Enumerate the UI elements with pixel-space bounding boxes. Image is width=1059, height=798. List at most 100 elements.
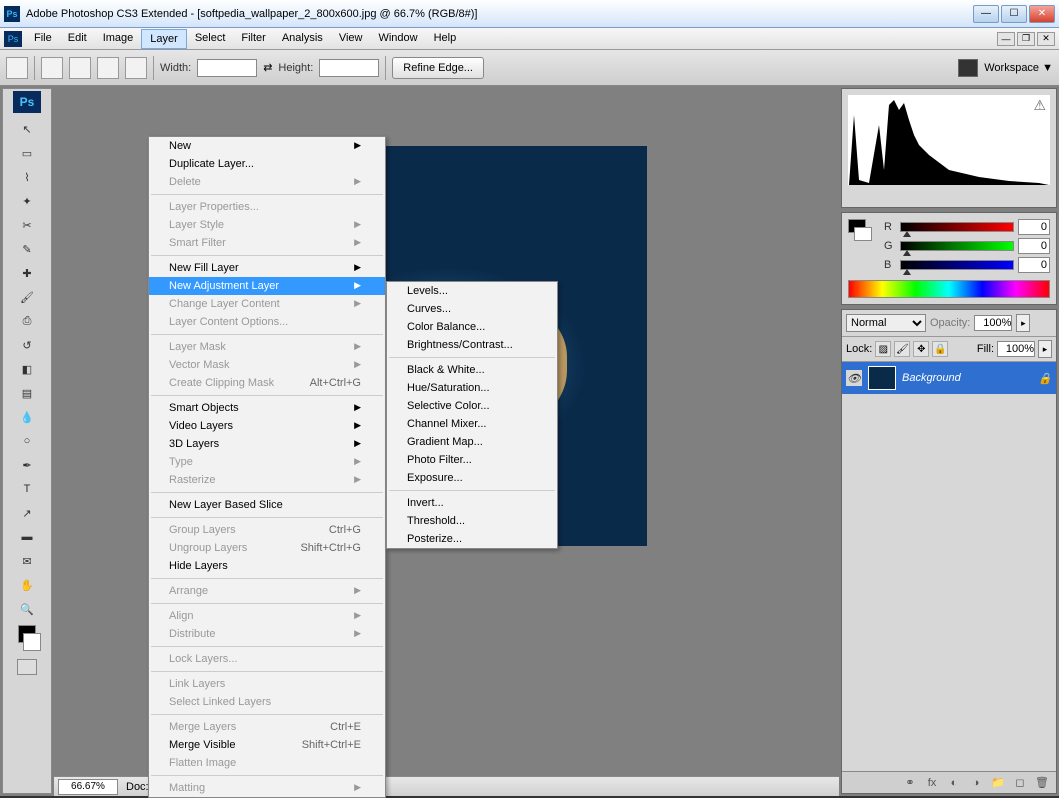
stamp-tool-icon[interactable]: ⎙ bbox=[14, 309, 40, 333]
menu-item[interactable]: Duplicate Layer... bbox=[149, 155, 385, 173]
history-brush-tool-icon[interactable]: ↺ bbox=[14, 333, 40, 357]
workspace-button[interactable]: Workspace ▼ bbox=[984, 62, 1053, 74]
trash-icon[interactable]: 🗑 bbox=[1034, 775, 1050, 791]
color-spectrum[interactable] bbox=[848, 280, 1050, 298]
lock-transparent-icon[interactable]: ▨ bbox=[875, 341, 891, 357]
dodge-tool-icon[interactable]: ○ bbox=[14, 429, 40, 453]
menubar-item-analysis[interactable]: Analysis bbox=[274, 29, 331, 49]
zoom-input[interactable] bbox=[58, 779, 118, 795]
maximize-button[interactable]: ☐ bbox=[1001, 5, 1027, 23]
eraser-tool-icon[interactable]: ◧ bbox=[14, 357, 40, 381]
lock-position-icon[interactable]: ✥ bbox=[913, 341, 929, 357]
selection-mode-add-icon[interactable] bbox=[69, 57, 91, 79]
menubar-item-filter[interactable]: Filter bbox=[233, 29, 273, 49]
layer-name[interactable]: Background bbox=[902, 372, 961, 384]
b-slider[interactable] bbox=[900, 260, 1014, 270]
menu-item[interactable]: Invert... bbox=[387, 494, 557, 512]
menu-item[interactable]: Posterize... bbox=[387, 530, 557, 548]
quickmask-icon[interactable] bbox=[17, 659, 37, 675]
r-slider[interactable] bbox=[900, 222, 1014, 232]
pen-tool-icon[interactable]: ✒ bbox=[14, 453, 40, 477]
menu-item[interactable]: Brightness/Contrast... bbox=[387, 336, 557, 354]
g-value[interactable] bbox=[1018, 238, 1050, 254]
gradient-tool-icon[interactable]: ▤ bbox=[14, 381, 40, 405]
menu-item[interactable]: Levels... bbox=[387, 282, 557, 300]
menu-item[interactable]: Gradient Map... bbox=[387, 433, 557, 451]
menu-item[interactable]: Hide Layers bbox=[149, 557, 385, 575]
visibility-icon[interactable]: 👁 bbox=[846, 370, 862, 386]
close-button[interactable]: ✕ bbox=[1029, 5, 1055, 23]
width-input[interactable] bbox=[197, 59, 257, 77]
notes-tool-icon[interactable]: ✉ bbox=[14, 549, 40, 573]
fill-input[interactable] bbox=[997, 341, 1035, 357]
opacity-flyout-icon[interactable]: ▸ bbox=[1016, 314, 1030, 332]
layer-mask-icon[interactable]: ◐ bbox=[946, 775, 962, 791]
menubar-item-edit[interactable]: Edit bbox=[60, 29, 95, 49]
zoom-tool-icon[interactable]: 🔍 bbox=[14, 597, 40, 621]
current-tool-icon[interactable] bbox=[6, 57, 28, 79]
menubar-item-file[interactable]: File bbox=[26, 29, 60, 49]
height-input[interactable] bbox=[319, 59, 379, 77]
menubar-item-view[interactable]: View bbox=[331, 29, 371, 49]
marquee-tool-icon[interactable]: ▭ bbox=[14, 141, 40, 165]
menu-item[interactable]: Channel Mixer... bbox=[387, 415, 557, 433]
refine-edge-button[interactable]: Refine Edge... bbox=[392, 57, 484, 79]
color-bg-swatch[interactable] bbox=[854, 227, 872, 241]
selection-mode-subtract-icon[interactable] bbox=[97, 57, 119, 79]
hand-tool-icon[interactable]: ✋ bbox=[14, 573, 40, 597]
menubar-item-image[interactable]: Image bbox=[95, 29, 142, 49]
menubar-item-window[interactable]: Window bbox=[370, 29, 425, 49]
titlebar[interactable]: Ps Adobe Photoshop CS3 Extended - [softp… bbox=[0, 0, 1059, 28]
g-slider[interactable] bbox=[900, 241, 1014, 251]
type-tool-icon[interactable]: T bbox=[14, 477, 40, 501]
menu-item[interactable]: New Fill Layer▶ bbox=[149, 259, 385, 277]
move-tool-icon[interactable]: ↖ bbox=[14, 117, 40, 141]
menu-item[interactable]: Color Balance... bbox=[387, 318, 557, 336]
doc-minimize-button[interactable]: — bbox=[997, 32, 1015, 46]
menubar-item-layer[interactable]: Layer bbox=[141, 29, 187, 49]
blend-mode-select[interactable]: Normal bbox=[846, 314, 926, 332]
doc-close-button[interactable]: ✕ bbox=[1037, 32, 1055, 46]
adjustment-layer-icon[interactable]: ◑ bbox=[968, 775, 984, 791]
menu-item[interactable]: 3D Layers▶ bbox=[149, 435, 385, 453]
lasso-tool-icon[interactable]: ⌇ bbox=[14, 165, 40, 189]
menu-item[interactable]: Threshold... bbox=[387, 512, 557, 530]
layer-list[interactable]: 👁 Background 🔒 bbox=[842, 362, 1056, 771]
menu-item[interactable]: Exposure... bbox=[387, 469, 557, 487]
menu-item[interactable]: New▶ bbox=[149, 137, 385, 155]
background-swatch[interactable] bbox=[23, 633, 41, 651]
fill-flyout-icon[interactable]: ▸ bbox=[1038, 340, 1052, 358]
menu-item[interactable]: Photo Filter... bbox=[387, 451, 557, 469]
menu-item[interactable]: Smart Objects▶ bbox=[149, 399, 385, 417]
swap-icon[interactable]: ⇄ bbox=[263, 61, 272, 74]
crop-tool-icon[interactable]: ✂ bbox=[14, 213, 40, 237]
menu-item[interactable]: Merge VisibleShift+Ctrl+E bbox=[149, 736, 385, 754]
doc-restore-button[interactable]: ❐ bbox=[1017, 32, 1035, 46]
lock-all-icon[interactable]: 🔒 bbox=[932, 341, 948, 357]
menu-item[interactable]: Video Layers▶ bbox=[149, 417, 385, 435]
selection-mode-new-icon[interactable] bbox=[41, 57, 63, 79]
wand-tool-icon[interactable]: ✦ bbox=[14, 189, 40, 213]
menu-item[interactable]: New Layer Based Slice bbox=[149, 496, 385, 514]
layer-row[interactable]: 👁 Background 🔒 bbox=[842, 362, 1056, 394]
layer-fx-icon[interactable]: fx bbox=[924, 775, 940, 791]
blur-tool-icon[interactable]: 💧 bbox=[14, 405, 40, 429]
menu-item[interactable]: Curves... bbox=[387, 300, 557, 318]
r-value[interactable] bbox=[1018, 219, 1050, 235]
menubar-item-help[interactable]: Help bbox=[426, 29, 465, 49]
workspace-icon[interactable] bbox=[958, 59, 978, 77]
menu-item[interactable]: Hue/Saturation... bbox=[387, 379, 557, 397]
shape-tool-icon[interactable]: ▬ bbox=[14, 525, 40, 549]
selection-mode-intersect-icon[interactable] bbox=[125, 57, 147, 79]
eyedropper-tool-icon[interactable]: ✎ bbox=[14, 237, 40, 261]
new-layer-icon[interactable]: ◻ bbox=[1012, 775, 1028, 791]
brush-tool-icon[interactable]: 🖌 bbox=[14, 285, 40, 309]
minimize-button[interactable]: — bbox=[973, 5, 999, 23]
path-tool-icon[interactable]: ↗ bbox=[14, 501, 40, 525]
menu-item[interactable]: Black & White... bbox=[387, 361, 557, 379]
healing-tool-icon[interactable]: ✚ bbox=[14, 261, 40, 285]
menu-item[interactable]: New Adjustment Layer▶ bbox=[149, 277, 385, 295]
menubar-item-select[interactable]: Select bbox=[187, 29, 234, 49]
lock-paint-icon[interactable]: 🖌 bbox=[894, 341, 910, 357]
link-layers-icon[interactable]: ⚭ bbox=[902, 775, 918, 791]
